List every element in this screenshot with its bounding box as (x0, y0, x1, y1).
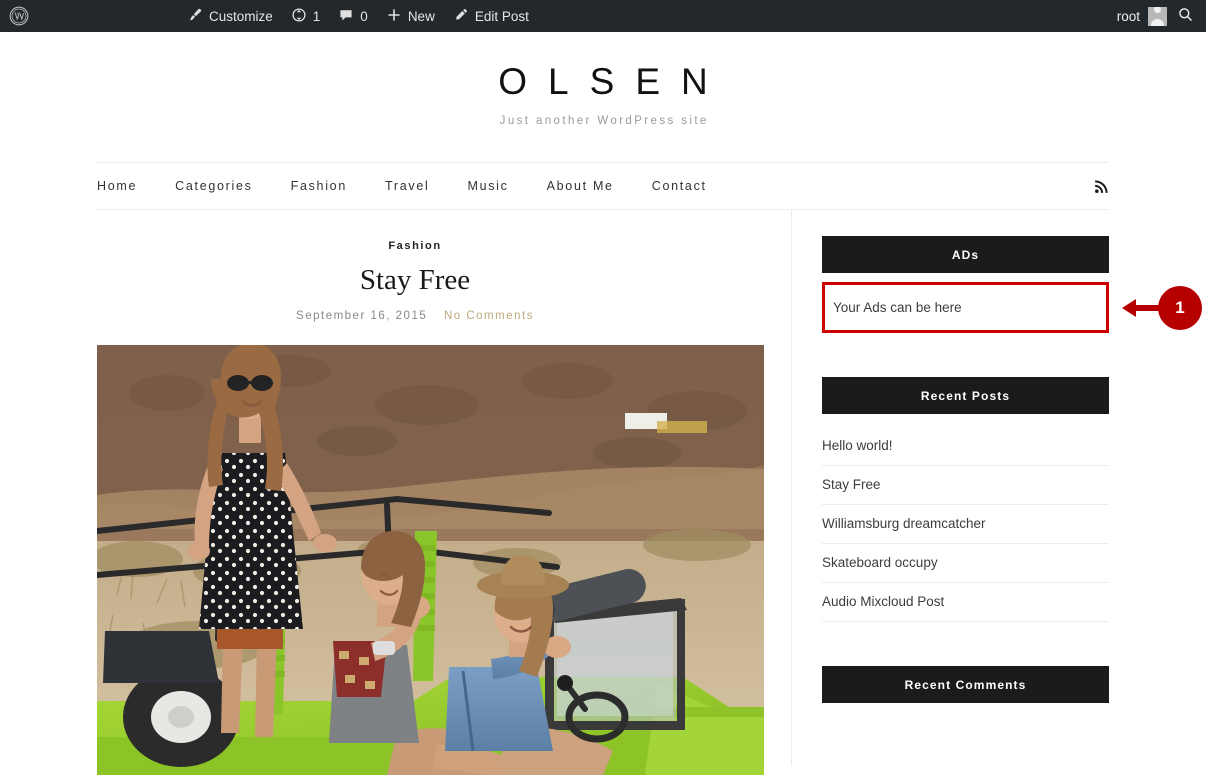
nav-menu: Home Categories Fashion Travel Music Abo… (97, 179, 745, 193)
widget-ads-title: ADs (822, 236, 1109, 274)
list-item[interactable]: Skateboard occupy (822, 544, 1109, 584)
post-comments-link[interactable]: No Comments (444, 310, 534, 322)
post-featured-image[interactable] (97, 345, 764, 775)
nav-item-home[interactable]: Home (97, 179, 175, 193)
recent-posts-list: Hello world! Stay Free Williamsburg drea… (822, 430, 1109, 623)
primary-navigation: Home Categories Fashion Travel Music Abo… (97, 162, 1109, 211)
post-date: September 16, 2015 (296, 310, 428, 323)
list-item[interactable]: Williamsburg dreamcatcher (822, 505, 1109, 545)
nav-item-music[interactable]: Music (467, 179, 546, 193)
widget-spacer (822, 622, 1109, 666)
main-layout: Fashion Stay Free September 16, 2015 No … (97, 210, 1109, 775)
wp-admin-bar: Customize 1 0 New Edit Post root (0, 0, 1206, 32)
post-title[interactable]: Stay Free (97, 264, 733, 297)
annotation-badge-number: 1 (1175, 298, 1185, 317)
nav-item-contact[interactable]: Contact (652, 179, 745, 193)
widget-recent-posts: Recent Posts Hello world! Stay Free Will… (822, 377, 1109, 623)
post-content: Fashion Stay Free September 16, 2015 No … (97, 210, 792, 775)
paintbrush-icon (187, 7, 203, 26)
admin-bar-right: root (1117, 6, 1206, 26)
post-meta: September 16, 2015 No Comments (97, 310, 733, 322)
admin-bar-updates[interactable]: 1 (282, 0, 330, 32)
nav-item-fashion[interactable]: Fashion (291, 179, 385, 193)
search-icon[interactable] (1177, 6, 1194, 26)
widget-recent-comments: Recent Comments (822, 666, 1109, 704)
admin-bar-comments-count: 0 (360, 8, 368, 24)
widget-recent-comments-title: Recent Comments (822, 666, 1109, 704)
rss-feed-icon[interactable] (1094, 179, 1109, 194)
widget-recent-posts-title: Recent Posts (822, 377, 1109, 415)
site-title[interactable]: OLSEN (0, 59, 1206, 105)
site-header: OLSEN Just another WordPress site (0, 32, 1206, 127)
admin-bar-items: Customize 1 0 New Edit Post (178, 0, 538, 32)
list-item[interactable]: Audio Mixcloud Post (822, 583, 1109, 623)
list-item[interactable]: Hello world! (822, 430, 1109, 467)
admin-bar-customize[interactable]: Customize (178, 0, 282, 32)
admin-bar-edit-post[interactable]: Edit Post (444, 0, 538, 32)
post-category[interactable]: Fashion (97, 240, 733, 252)
annotation-badge-1: 1 (1158, 286, 1202, 330)
admin-bar-comments[interactable]: 0 (329, 0, 377, 32)
widget-spacer (822, 333, 1109, 377)
admin-bar-updates-count: 1 (312, 8, 321, 24)
update-icon (291, 7, 307, 26)
plus-icon (386, 7, 402, 26)
admin-bar-edit-post-label: Edit Post (474, 8, 529, 24)
admin-bar-new-label: New (407, 8, 435, 24)
site-tagline: Just another WordPress site (499, 115, 709, 128)
admin-bar-new[interactable]: New (377, 0, 444, 32)
pencil-icon (453, 7, 469, 26)
site-wrapper: OLSEN Just another WordPress site Home C… (0, 32, 1206, 775)
nav-item-categories[interactable]: Categories (175, 179, 290, 193)
admin-bar-username: root (1116, 8, 1140, 24)
comment-bubble-icon (338, 7, 354, 26)
admin-bar-customize-label: Customize (209, 8, 273, 24)
nav-item-travel[interactable]: Travel (385, 179, 467, 193)
avatar-placeholder-icon (1148, 6, 1167, 26)
admin-bar-account[interactable]: root (1116, 6, 1167, 26)
sidebar: ADs Your Ads can be here Recent Posts He… (792, 210, 1109, 766)
ads-placeholder-box[interactable]: Your Ads can be here (822, 282, 1109, 334)
callout-arrow-icon (1122, 298, 1162, 318)
widget-ads: ADs Your Ads can be here (822, 236, 1109, 334)
list-item[interactable]: Stay Free (822, 466, 1109, 506)
nav-item-about-me[interactable]: About Me (547, 179, 652, 193)
wordpress-logo-icon[interactable] (0, 0, 38, 32)
ads-placeholder-text: Your Ads can be here (833, 300, 962, 316)
